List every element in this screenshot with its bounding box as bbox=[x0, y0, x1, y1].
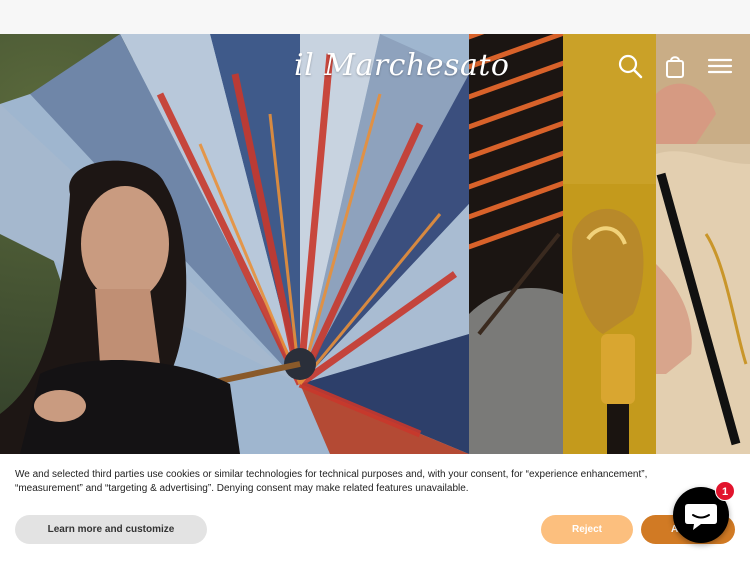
reject-button[interactable]: Reject bbox=[541, 515, 633, 544]
cookie-banner-text: We and selected third parties use cookie… bbox=[15, 469, 648, 494]
learn-more-button[interactable]: Learn more and customize bbox=[15, 515, 207, 544]
search-icon[interactable] bbox=[616, 52, 644, 80]
striped-umbrella-photo bbox=[469, 34, 563, 454]
gold-horse-handle-photo bbox=[563, 34, 656, 454]
chat-notification-badge: 1 bbox=[715, 481, 735, 501]
menu-icon[interactable] bbox=[706, 52, 734, 80]
hero-banner[interactable]: il Marchesato bbox=[0, 34, 750, 454]
brand-logo[interactable]: il Marchesato bbox=[294, 48, 509, 83]
cookie-banner: We and selected third parties use cookie… bbox=[0, 454, 750, 563]
bag-icon[interactable] bbox=[661, 52, 689, 80]
top-bar bbox=[0, 0, 750, 34]
black-cane-hand-photo bbox=[656, 34, 750, 454]
umbrella-woman-photo bbox=[0, 34, 469, 454]
